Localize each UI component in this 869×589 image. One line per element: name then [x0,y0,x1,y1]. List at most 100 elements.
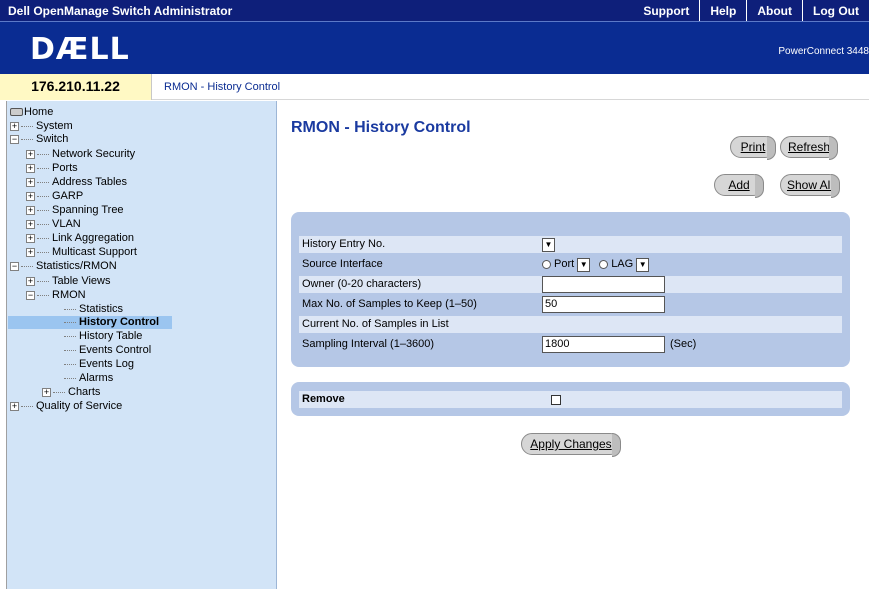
banner: DÆLL PowerConnect 3448 [0,21,869,74]
current-samples-label: Current No. of Samples in List [302,318,449,330]
source-interface-row: Source Interface Port ▼ LAG ▼ [299,256,842,273]
sampling-interval-row: Sampling Interval (1–3600) 1800 (Sec) [299,336,842,353]
owner-input[interactable] [542,276,665,293]
tree-item-quality-of-service[interactable]: + Quality of Service [10,400,122,413]
tree-label: Address Tables [52,176,128,188]
tree-label: Alarms [79,372,114,384]
tree-label: Statistics [79,303,124,315]
tree-item-statistics[interactable]: Statistics [64,303,123,316]
expand-icon[interactable]: + [10,401,19,411]
tree-item-charts[interactable]: + Charts [42,386,100,399]
expand-icon[interactable]: + [26,205,35,215]
breadcrumb: RMON - History Control [164,81,281,93]
tree-item-spanning-tree[interactable]: + Spanning Tree [26,204,124,217]
lag-select[interactable]: ▼ [636,257,650,272]
tree-connector [64,349,76,351]
tree-connector [64,377,76,379]
nav-tree: Home + System − Switch + Network Security +… [0,101,277,589]
expand-icon[interactable]: + [26,177,35,187]
page-title: RMON - History Control [291,119,471,136]
max-samples-row: Max No. of Samples to Keep (1–50) 50 [299,296,842,313]
source-interface-label: Source Interface [302,258,383,270]
sampling-interval-label: Sampling Interval (1–3600) [302,338,435,350]
app-title: Dell OpenManage Switch Administrator [8,4,233,18]
tree-item-system[interactable]: + System [10,120,73,133]
collapse-icon[interactable]: − [10,134,19,144]
print-button[interactable]: Print [730,136,776,160]
tree-item-multicast-support[interactable]: + Multicast Support [26,246,137,259]
max-samples-input[interactable]: 50 [542,296,665,313]
tree-connector [64,308,76,310]
tree-item-events-control[interactable]: Events Control [64,344,151,357]
tree-item-ports[interactable]: + Ports [26,162,78,175]
history-entry-row: History Entry No. ▼ [299,236,842,253]
tree-item-link-aggregation[interactable]: + Link Aggregation [26,232,134,245]
tree-connector [37,195,49,197]
tree-label: Statistics/RMON [36,260,117,272]
lag-radio[interactable] [599,260,609,269]
tree-item-home[interactable]: Home [10,106,53,119]
collapse-icon[interactable]: − [10,261,19,271]
tree-label: GARP [52,190,84,202]
remove-checkbox[interactable] [551,394,561,405]
left-scrollbar[interactable] [0,101,7,589]
expand-icon[interactable]: + [10,121,19,131]
support-link[interactable]: Support [633,0,699,21]
add-button[interactable]: Add [714,174,764,198]
tree-item-alarms[interactable]: Alarms [64,372,113,385]
tree-item-network-security[interactable]: + Network Security [26,148,135,161]
refresh-button[interactable]: Refresh [780,136,838,160]
expand-icon[interactable]: + [26,219,35,229]
about-link[interactable]: About [746,0,802,21]
tree-item-history-table[interactable]: History Table [64,330,142,343]
port-radio[interactable] [542,260,551,269]
expand-icon[interactable]: + [26,191,35,201]
tree-item-garp[interactable]: + GARP [26,190,83,203]
tree-item-statistics-rmon[interactable]: − Statistics/RMON [10,260,117,273]
tree-item-events-log[interactable]: Events Log [64,358,134,371]
expand-icon[interactable]: + [26,233,35,243]
expand-icon[interactable]: + [26,276,35,286]
collapse-icon[interactable]: − [26,290,35,300]
tree-item-table-views[interactable]: + Table Views [26,275,111,288]
tree-connector [21,405,33,407]
tree-connector [37,237,49,239]
show-all-button[interactable]: Show All [780,174,840,198]
sec-unit-label: (Sec) [670,338,697,350]
expand-icon[interactable]: + [26,163,35,173]
port-radio-label: Port [554,258,575,270]
tree-item-vlan[interactable]: + VLAN [26,218,81,231]
tree-connector [37,153,49,155]
max-samples-label: Max No. of Samples to Keep (1–50) [302,298,477,310]
tree-item-history-control[interactable]: History Control [8,316,172,329]
expand-icon[interactable]: + [42,387,51,397]
tree-connector [64,363,76,365]
sampling-interval-input[interactable]: 1800 [542,336,665,353]
tree-label: Home [24,106,54,118]
current-samples-row: Current No. of Samples in List [299,316,842,333]
tree-connector [37,294,49,296]
tree-label: RMON [52,289,86,301]
remove-row: Remove [299,391,842,408]
tree-connector [53,391,65,393]
tree-item-rmon[interactable]: − RMON [26,289,86,302]
history-entry-select[interactable]: ▼ [542,237,555,252]
tree-label: Quality of Service [36,400,123,412]
tree-connector [21,125,33,127]
expand-icon[interactable]: + [26,247,35,257]
tree-label: Charts [68,386,101,398]
logout-link[interactable]: Log Out [802,0,869,21]
tree-connector [37,181,49,183]
apply-changes-button[interactable]: Apply Changes [521,433,621,457]
tree-item-switch[interactable]: − Switch [10,133,68,146]
dell-logo: DÆLL [30,32,130,67]
tree-label: Switch [36,133,69,145]
port-select[interactable]: ▼ [577,257,591,272]
device-ip: 176.210.11.22 [0,74,152,100]
tree-label: Link Aggregation [52,232,134,244]
top-bar: Dell OpenManage Switch Administrator Sup… [0,0,869,21]
help-link[interactable]: Help [699,0,746,21]
tree-item-address-tables[interactable]: + Address Tables [26,176,127,189]
main-content: RMON - History Control Print Refresh Add… [278,101,869,589]
expand-icon[interactable]: + [26,149,35,159]
